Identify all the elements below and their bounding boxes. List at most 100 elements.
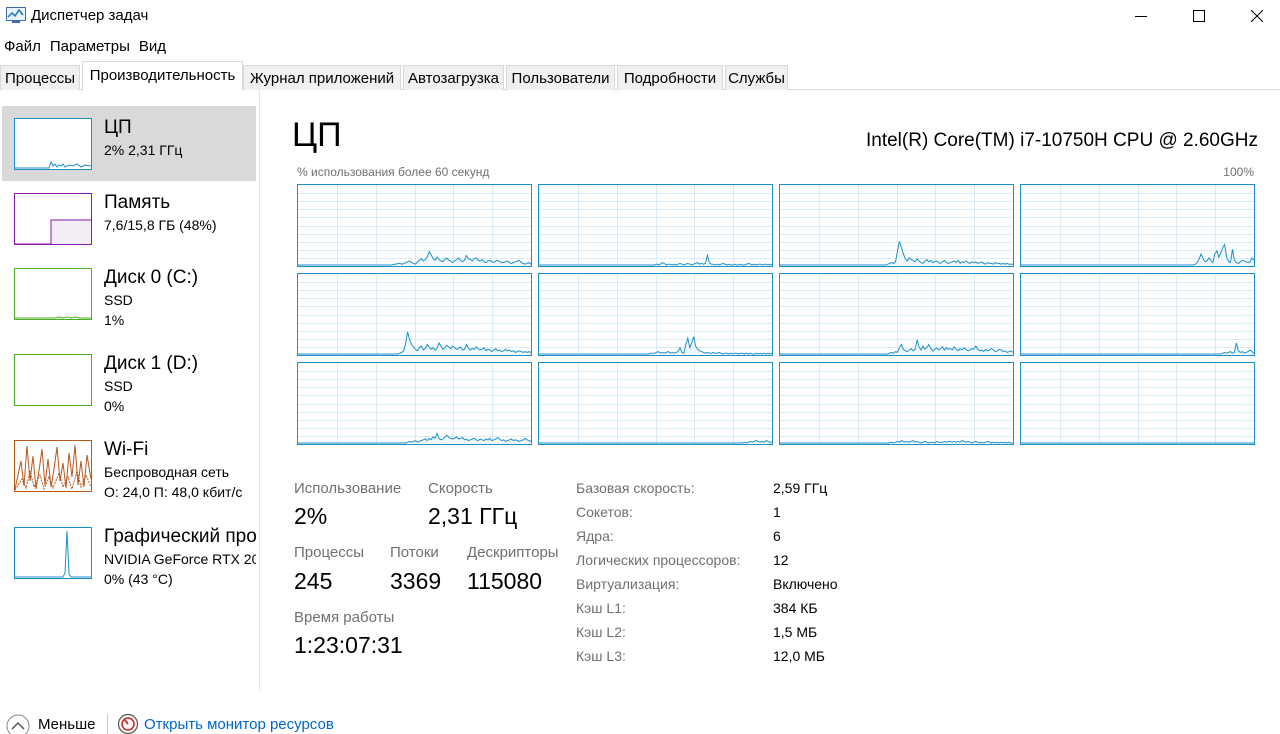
sidebar-item-gpu[interactable]: Графический процессор 0 NVIDIA GeForce R… xyxy=(2,515,256,590)
core-usage-chart xyxy=(539,185,773,266)
logical-processor-graph xyxy=(538,362,773,445)
sidebar-item-name: Диск 0 (C:) xyxy=(104,267,199,288)
menu-options[interactable]: Параметры xyxy=(46,36,135,58)
logical-processor-graphs xyxy=(297,184,1255,446)
base-speed-value: 2,59 ГГц xyxy=(773,480,828,496)
core-usage-chart xyxy=(539,274,773,355)
logical-processor-graph xyxy=(1020,362,1255,445)
logical-processor-graph xyxy=(779,362,1014,445)
sidebar-item-detail: Беспроводная сеть xyxy=(104,464,230,480)
logical-processor-graph xyxy=(297,273,532,356)
sidebar-item-usage: 0% (43 °C) xyxy=(104,571,173,587)
l1-cache-label: Кэш L1: xyxy=(576,600,626,616)
cpu-panel: ЦП Intel(R) Core(TM) i7-10750H CPU @ 2.6… xyxy=(262,90,1280,690)
sidebar-item-usage: 0% xyxy=(104,398,125,414)
resource-sidebar: ЦП 2% 2,31 ГГц Память 7,6/15,8 ГБ (48%) … xyxy=(0,90,260,690)
threads-value: 3369 xyxy=(390,568,442,594)
sidebar-item-memory[interactable]: Память 7,6/15,8 ГБ (48%) xyxy=(2,181,256,256)
l3-cache-label: Кэш L3: xyxy=(576,648,626,664)
footer: Меньше Открыть монитор ресурсов xyxy=(0,706,1280,734)
core-usage-chart xyxy=(298,363,532,444)
tab-processes[interactable]: Процессы xyxy=(0,65,80,90)
sidebar-item-name: Диск 1 (D:) xyxy=(104,353,199,374)
sidebar-item-wifi[interactable]: Wi-Fi Беспроводная сеть О: 24,0 П: 48,0 … xyxy=(2,428,256,503)
sidebar-item-name: Память xyxy=(104,192,171,213)
minimize-icon xyxy=(1135,16,1147,17)
cpu-model-name: Intel(R) Core(TM) i7-10750H CPU @ 2.60GH… xyxy=(865,130,1258,151)
sidebar-item-usage: 1% xyxy=(104,312,125,328)
core-usage-line xyxy=(539,253,773,266)
sidebar-item-disk-0[interactable]: Диск 0 (C:) SSD 1% xyxy=(2,256,256,331)
logical-processors-value: 12 xyxy=(773,552,789,568)
speed-value: 2,31 ГГц xyxy=(428,503,518,529)
close-icon xyxy=(1251,10,1263,22)
core-usage-area xyxy=(1021,342,1254,355)
logical-processor-graph xyxy=(779,184,1014,267)
base-speed-label: Базовая скорость: xyxy=(576,480,695,496)
core-usage-line xyxy=(1021,342,1255,355)
tab-app-history[interactable]: Журнал приложений xyxy=(243,65,401,90)
core-usage-chart xyxy=(1021,274,1255,355)
fewer-details-button[interactable]: Меньше xyxy=(38,716,95,733)
tab-performance[interactable]: Производительность xyxy=(82,61,243,91)
menu-file[interactable]: Файл xyxy=(0,36,46,58)
logical-processor-graph xyxy=(1020,273,1255,356)
graph-max-label: 100% xyxy=(1223,165,1254,179)
core-usage-line xyxy=(539,440,772,444)
core-usage-chart xyxy=(780,185,1013,266)
logical-processor-graph xyxy=(538,273,773,356)
handles-value: 115080 xyxy=(467,568,543,594)
disk-1-thumbnail xyxy=(14,354,92,406)
resource-monitor-icon xyxy=(117,713,139,734)
l2-cache-label: Кэш L2: xyxy=(576,624,626,640)
core-usage-chart xyxy=(1021,185,1255,266)
core-usage-chart xyxy=(780,274,1014,355)
memory-thumbnail xyxy=(14,193,92,245)
sidebar-item-disk-1[interactable]: Диск 1 (D:) SSD 0% xyxy=(2,342,256,417)
logical-processor-graph xyxy=(297,184,532,267)
sidebar-item-detail: NVIDIA GeForce RTX 2060 xyxy=(104,551,256,567)
logical-processor-graph xyxy=(297,362,532,445)
close-button[interactable] xyxy=(1234,0,1280,32)
graph-caption: % использования более 60 секунд xyxy=(297,165,490,179)
sidebar-item-name: Графический процессор 0 xyxy=(104,526,256,547)
l1-cache-value: 384 КБ xyxy=(773,600,818,616)
tab-bar: Процессы Производительность Журнал прило… xyxy=(0,61,1280,91)
gpu-thumbnail xyxy=(14,527,92,579)
chevron-up-icon[interactable] xyxy=(6,714,30,734)
tab-services[interactable]: Службы xyxy=(725,65,788,90)
logical-processor-graph xyxy=(1020,184,1255,267)
panel-title: ЦП xyxy=(292,116,342,154)
footer-divider xyxy=(107,714,108,734)
processes-label: Процессы xyxy=(294,544,365,561)
core-usage-chart xyxy=(298,274,532,355)
sidebar-item-cpu[interactable]: ЦП 2% 2,31 ГГц xyxy=(2,106,256,181)
core-usage-chart xyxy=(539,363,772,444)
sidebar-item-name: Wi-Fi xyxy=(104,439,149,460)
handles-label: Дескрипторы xyxy=(467,544,559,561)
maximize-button[interactable] xyxy=(1176,0,1222,32)
sockets-label: Сокетов: xyxy=(576,504,633,520)
uptime-value: 1:23:07:31 xyxy=(294,632,403,658)
usage-value: 2% xyxy=(294,503,328,529)
sidebar-item-name: ЦП xyxy=(104,117,132,138)
cores-value: 6 xyxy=(773,528,781,544)
open-resource-monitor-link[interactable]: Открыть монитор ресурсов xyxy=(144,716,334,733)
threads-label: Потоки xyxy=(390,544,439,561)
minimize-button[interactable] xyxy=(1118,0,1164,32)
menu-view[interactable]: Вид xyxy=(135,36,171,58)
virtualization-value: Включено xyxy=(773,576,838,592)
cpu-thumbnail xyxy=(14,118,92,170)
sidebar-item-detail: 7,6/15,8 ГБ (48%) xyxy=(104,217,217,233)
tab-startup[interactable]: Автозагрузка xyxy=(403,65,504,90)
sidebar-item-detail: SSD xyxy=(104,292,133,308)
tab-details[interactable]: Подробности xyxy=(617,65,723,90)
sockets-value: 1 xyxy=(773,504,781,520)
tab-users[interactable]: Пользователи xyxy=(506,65,615,90)
virtualization-label: Виртуализация: xyxy=(576,576,680,592)
uptime-label: Время работы xyxy=(294,609,395,626)
core-usage-chart xyxy=(1021,363,1254,444)
wifi-thumbnail xyxy=(14,440,92,492)
l3-cache-value: 12,0 МБ xyxy=(773,648,825,664)
menu-bar: Файл Параметры Вид xyxy=(0,36,171,58)
